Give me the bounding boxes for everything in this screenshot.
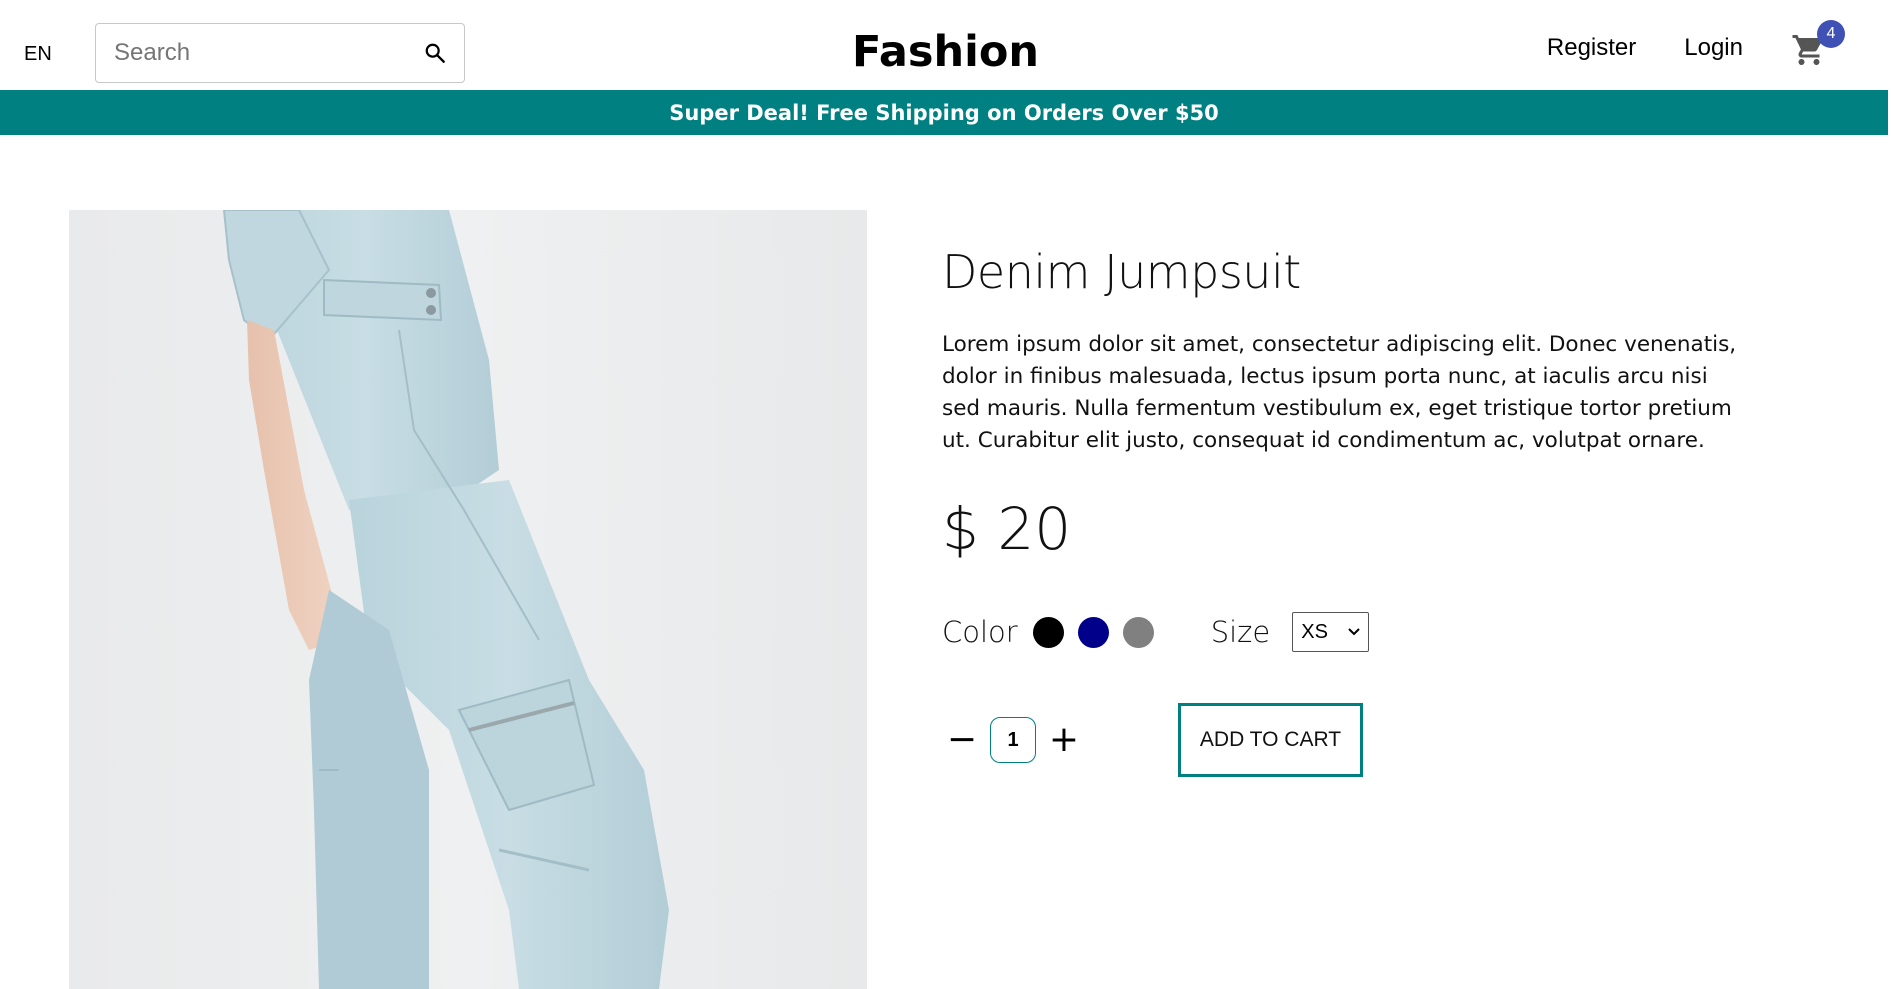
size-group: Size XS	[1211, 612, 1370, 652]
decrease-quantity-button[interactable]: −	[942, 720, 982, 760]
product-image	[69, 210, 867, 989]
navbar: EN Fashion Register Login 4	[0, 0, 1891, 90]
register-link[interactable]: Register	[1547, 34, 1636, 62]
language-selector[interactable]: EN	[24, 43, 52, 66]
nav-right: Register Login 4	[1547, 20, 1845, 68]
announcement-bar: Super Deal! Free Shipping on Orders Over…	[0, 90, 1888, 135]
product-title: Denim Jumpsuit	[942, 245, 1301, 299]
color-swatch-gray[interactable]	[1122, 616, 1154, 648]
increase-quantity-button[interactable]: +	[1044, 720, 1084, 760]
product-description: Lorem ipsum dolor sit amet, consectetur …	[942, 332, 1737, 453]
announcement-text: Super Deal! Free Shipping on Orders Over…	[669, 100, 1219, 125]
search-icon[interactable]	[424, 38, 446, 68]
cart-button[interactable]: 4	[1791, 20, 1845, 68]
cart-count-badge: 4	[1817, 20, 1845, 48]
login-link[interactable]: Login	[1684, 34, 1743, 62]
size-label: Size	[1210, 615, 1271, 649]
add-to-cart-button[interactable]: ADD TO CART	[1178, 703, 1363, 777]
product-options: Color Size XS	[942, 607, 1742, 657]
search-input[interactable]	[114, 39, 424, 67]
size-select[interactable]: XS	[1292, 612, 1370, 652]
color-swatch-darkblue[interactable]	[1077, 616, 1109, 648]
color-label: Color	[942, 615, 1018, 649]
chevron-down-icon	[1348, 628, 1360, 636]
logo-text[interactable]: Fashion	[852, 27, 1039, 77]
cart-actions: − 1 + ADD TO CART	[942, 703, 1742, 777]
quantity-display: 1	[990, 717, 1036, 763]
product-price: $ 20	[942, 495, 1072, 563]
product-info: Denim Jumpsuit Lorem ipsum dolor sit ame…	[942, 245, 1742, 777]
size-select-value: XS	[1301, 620, 1328, 643]
search-box[interactable]	[95, 23, 465, 83]
color-swatch-black[interactable]	[1032, 616, 1064, 648]
product-photo-icon	[222, 210, 669, 989]
